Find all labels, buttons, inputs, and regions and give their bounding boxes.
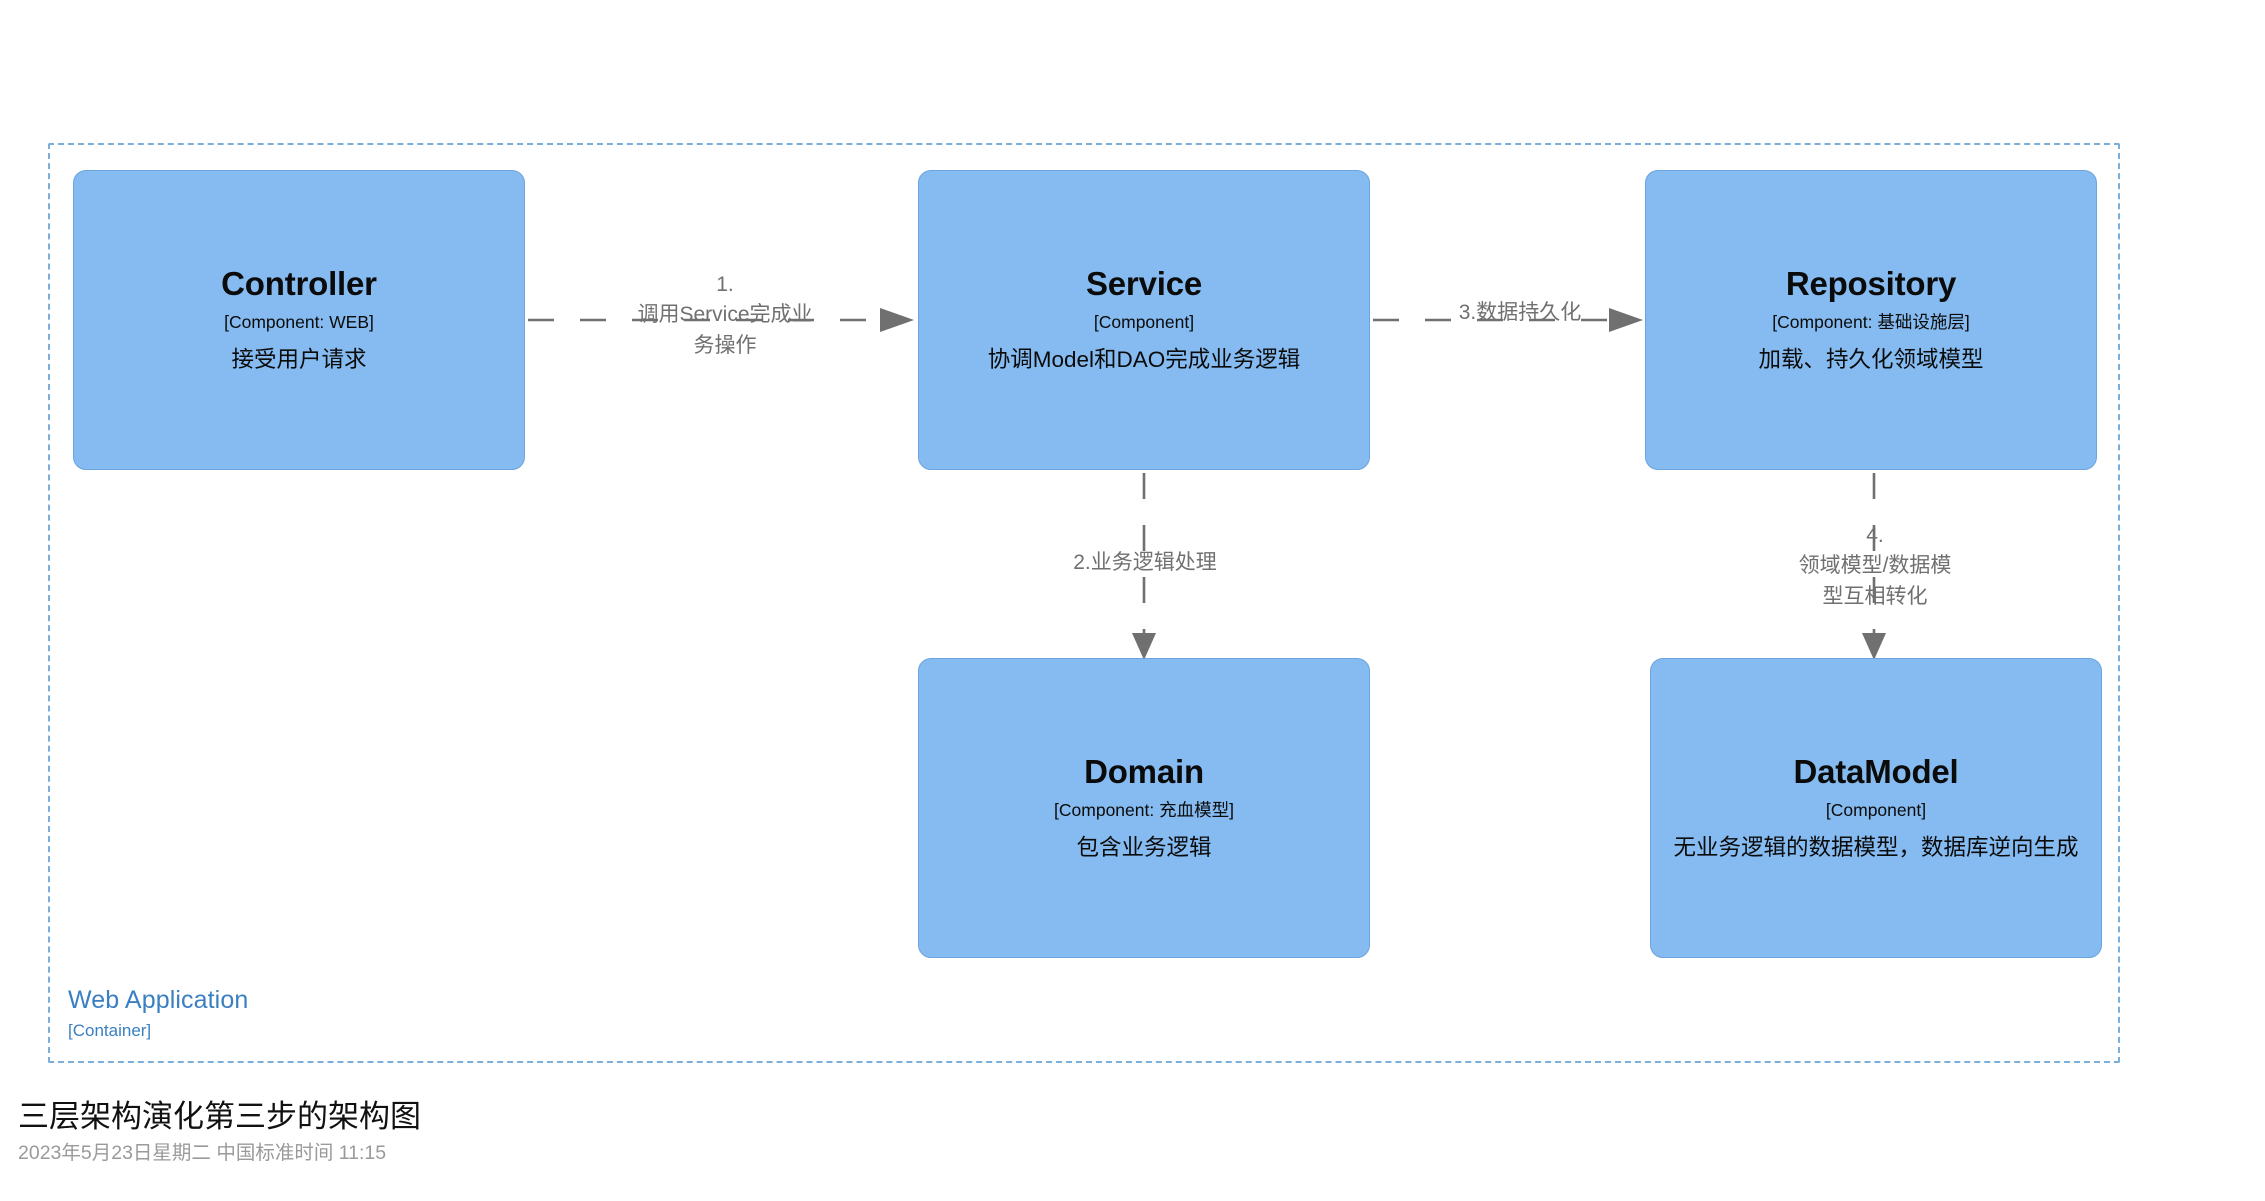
component-description: 接受用户请求	[231, 347, 367, 373]
component-type: [Component: 充血模型]	[1054, 800, 1234, 821]
component-description: 包含业务逻辑	[1076, 835, 1212, 861]
diagram-canvas: 1. 调用Service完成业 务操作 2.业务逻辑处理 3.数据持久化 4. …	[0, 0, 2265, 1201]
component-box-domain[interactable]: Domain [Component: 充血模型] 包含业务逻辑	[918, 658, 1370, 958]
connector-label-4: 4. 领域模型/数据模 型互相转化	[1798, 524, 1952, 608]
component-type: [Component]	[1093, 312, 1195, 333]
component-type: [Component: 基础设施层]	[1772, 312, 1970, 333]
connector-label-3: 3.数据持久化	[1458, 301, 1582, 324]
component-title: Repository	[1785, 265, 1957, 303]
container-label: Web Application [Container]	[68, 985, 248, 1042]
connector-label-1: 1. 调用Service完成业 务操作	[637, 273, 813, 357]
component-title: Service	[1085, 265, 1203, 303]
diagram-footer: 三层架构演化第三步的架构图 2023年5月23日星期二 中国标准时间 11:15	[18, 1098, 421, 1166]
component-type: [Component]	[1825, 800, 1927, 821]
diagram-timestamp: 2023年5月23日星期二 中国标准时间 11:15	[18, 1142, 387, 1165]
component-box-repository[interactable]: Repository [Component: 基础设施层] 加载、持久化领域模型	[1645, 170, 2097, 470]
container-type: [Container]	[68, 1021, 152, 1041]
diagram-title: 三层架构演化第三步的架构图	[18, 1099, 421, 1134]
component-type: [Component: WEB]	[224, 312, 374, 333]
component-title: DataModel	[1793, 753, 1959, 791]
component-box-datamodel[interactable]: DataModel [Component] 无业务逻辑的数据模型，数据库逆向生成	[1650, 658, 2102, 958]
component-title: Domain	[1084, 753, 1204, 791]
component-box-service[interactable]: Service [Component] 协调Model和DAO完成业务逻辑	[918, 170, 1370, 470]
component-description: 协调Model和DAO完成业务逻辑	[987, 347, 1301, 373]
component-title: Controller	[221, 265, 377, 303]
connector-label-2: 2.业务逻辑处理	[1073, 551, 1217, 574]
component-description: 加载、持久化领域模型	[1758, 347, 1984, 373]
container-name: Web Application	[68, 986, 249, 1014]
component-description: 无业务逻辑的数据模型，数据库逆向生成	[1673, 835, 2079, 861]
component-box-controller[interactable]: Controller [Component: WEB] 接受用户请求	[73, 170, 525, 470]
